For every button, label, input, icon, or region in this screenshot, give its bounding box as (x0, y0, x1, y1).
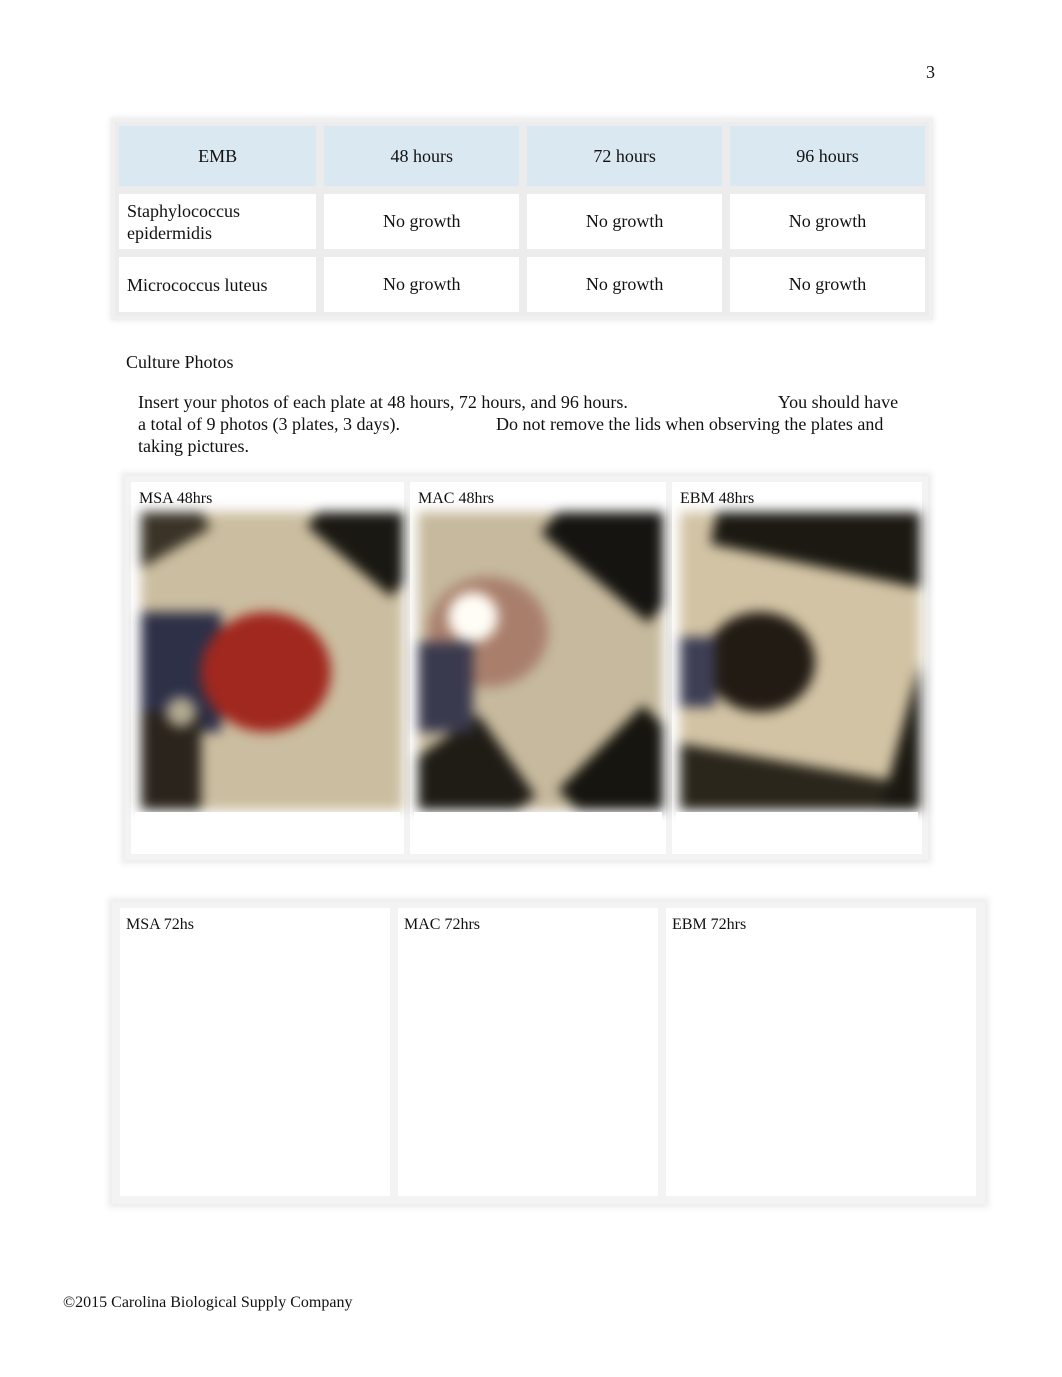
plate-photo-ebm (680, 512, 920, 810)
photo-cell-msa-48: MSA 48hrs (131, 482, 404, 854)
table-header-cell: EMB (115, 122, 321, 190)
result-cell: No growth (320, 253, 524, 316)
photo-grid-72hrs: MSA 72hs MAC 72hrs EBM 72hrs (112, 902, 985, 1204)
table-header-cell: 48 hours (320, 122, 524, 190)
photo-label: EBM 72hrs (672, 916, 747, 933)
copyright-footer: ©2015 Carolina Biological Supply Company (63, 1294, 353, 1311)
photo-label: MSA 72hs (126, 916, 195, 933)
organism-cell: Micrococcus luteus (115, 253, 321, 316)
plate-photo-mac (418, 512, 663, 810)
result-cell: No growth (523, 253, 727, 316)
photo-cell-ebm-48: EBM 48hrs (672, 482, 922, 854)
table-header-cell: 72 hours (523, 122, 727, 190)
photo-label: MSA 48hrs (139, 490, 213, 507)
table-header-cell: 96 hours (726, 122, 929, 190)
result-cell: No growth (320, 190, 524, 253)
photo-label: MAC 72hrs (404, 916, 481, 933)
result-cell: No growth (726, 190, 929, 253)
instructions-paragraph: Insert your photos of each plate at 48 h… (138, 391, 908, 457)
photo-caption-area (676, 812, 918, 848)
photo-label: EBM 48hrs (680, 490, 755, 507)
photo-caption-area (414, 812, 662, 848)
instruction-sentence: Insert your photos of each plate at 48 h… (138, 392, 628, 412)
photo-cell-msa-72[interactable]: MSA 72hs (120, 908, 390, 1196)
photo-label: MAC 48hrs (418, 490, 495, 507)
section-heading: Culture Photos (126, 352, 234, 372)
photo-cell-mac-72[interactable]: MAC 72hrs (398, 908, 658, 1196)
page-number: 3 (926, 62, 935, 82)
plate-photo-msa (141, 512, 403, 810)
photo-cell-mac-48: MAC 48hrs (410, 482, 666, 854)
organism-cell: Staphylococcus epidermidis (115, 190, 321, 253)
results-table: EMB 48 hours 72 hours 96 hours Staphyloc… (115, 122, 929, 316)
table-row: Micrococcus luteus No growth No growth N… (115, 253, 929, 316)
photo-caption-area (135, 812, 400, 848)
photo-grid-48hrs: MSA 48hrs MAC 48hrs EBM 48hrs (125, 476, 928, 860)
table-header-row: EMB 48 hours 72 hours 96 hours (115, 122, 929, 190)
result-cell: No growth (523, 190, 727, 253)
photo-cell-ebm-72[interactable]: EBM 72hrs (666, 908, 976, 1196)
table-row: Staphylococcus epidermidis No growth No … (115, 190, 929, 253)
result-cell: No growth (726, 253, 929, 316)
